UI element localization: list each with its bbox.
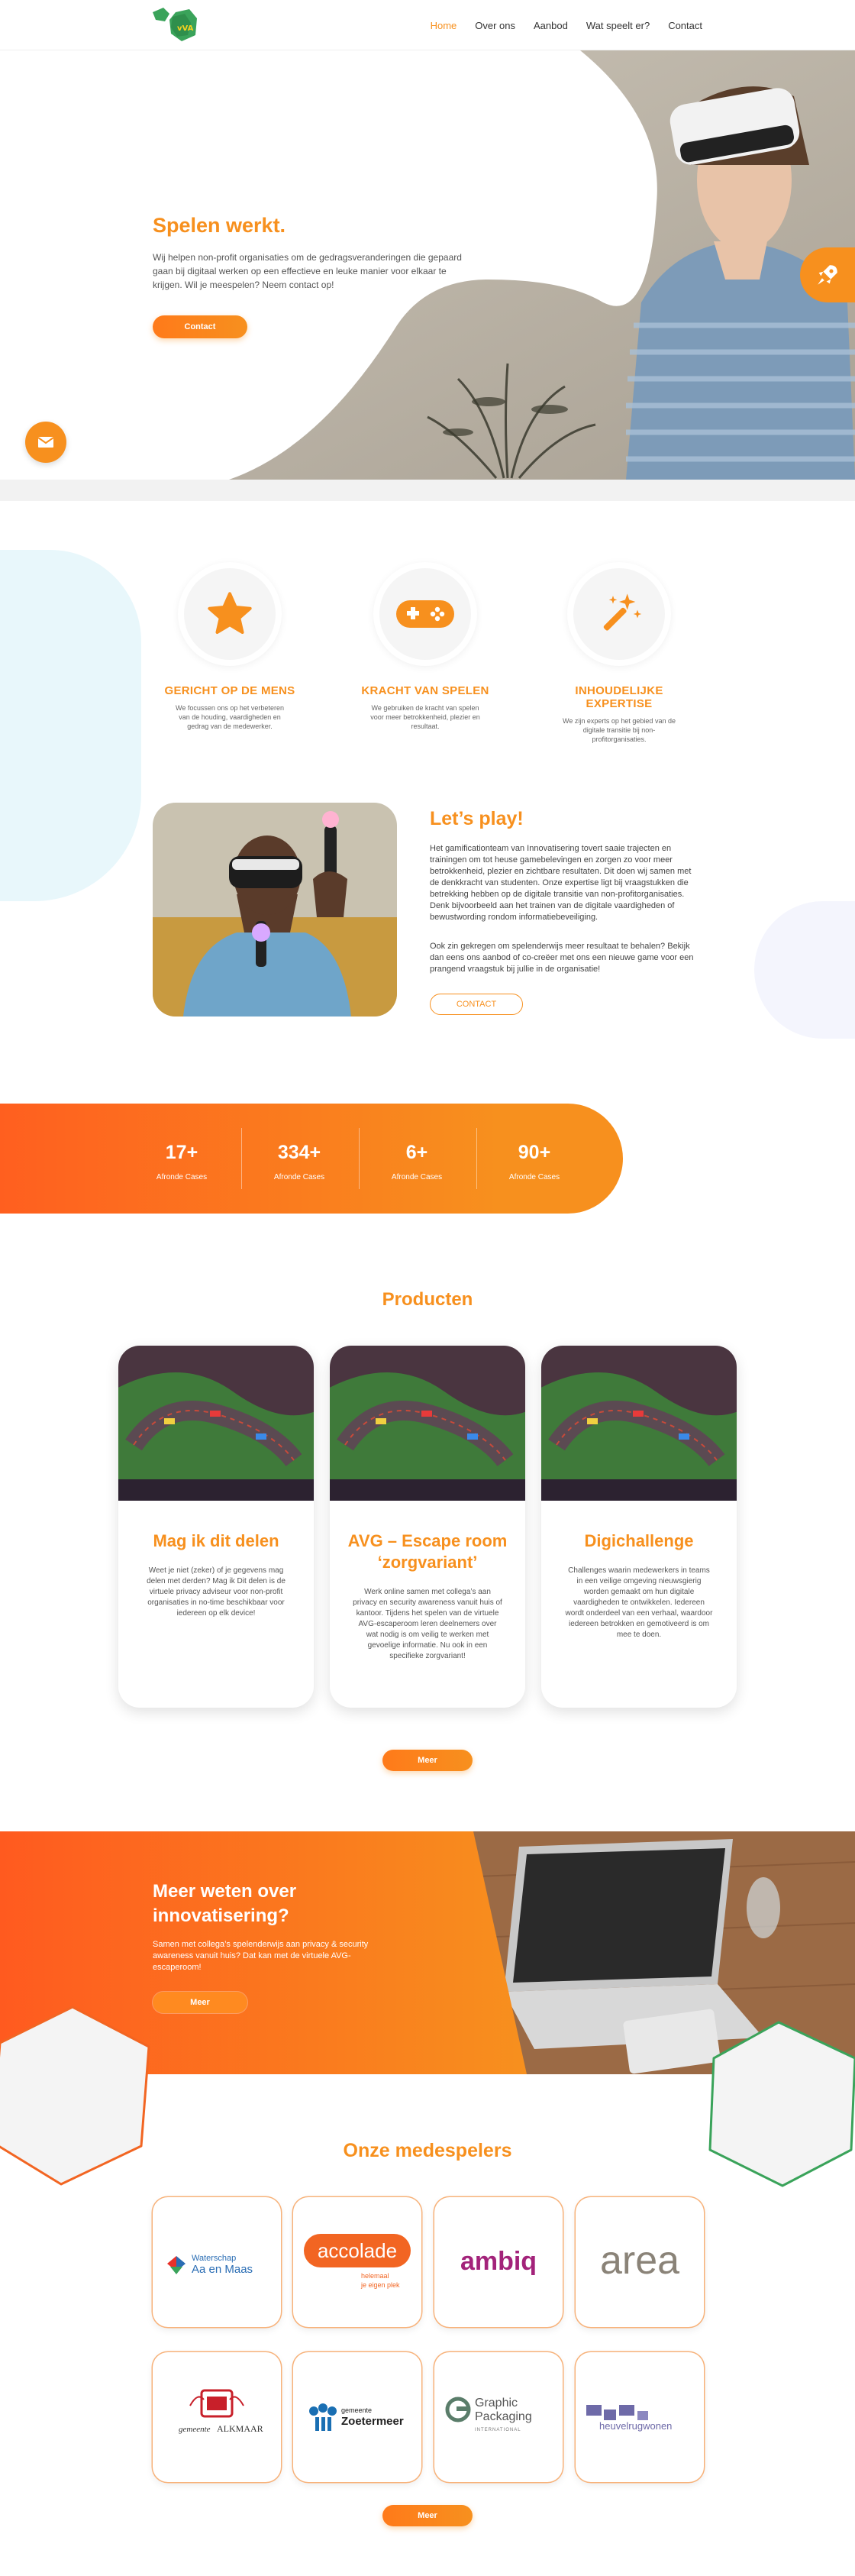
nav-item-home[interactable]: Home — [431, 20, 457, 31]
product-text: Challenges waarin medewerkers in teams i… — [565, 1566, 713, 1639]
vr-player-photo — [153, 803, 397, 1017]
partner-logo-gemeente-zoetermeer[interactable]: gemeente Zoetermeer — [293, 2352, 421, 2482]
stat-label: Afronde Cases — [273, 1173, 325, 1181]
hero-contact-button[interactable]: Contact — [153, 315, 247, 338]
floating-mail-button[interactable] — [25, 422, 66, 463]
feature-inhoudelijke-expertise: INHOUDELIJKE EXPERTISE We zijn experts o… — [543, 562, 695, 744]
svg-text:Packaging: Packaging — [475, 2410, 532, 2423]
stat-value: 17+ — [165, 1142, 198, 1163]
product-title: Mag ik dit delen — [153, 1531, 279, 1550]
magic-wand-icon — [603, 593, 642, 631]
site-header: vVA Home Over ons Aanbod Wat speelt er? … — [0, 0, 855, 50]
hero-divider-band — [0, 480, 855, 501]
svg-text:gemeente: gemeente — [179, 2425, 211, 2434]
cta-more-button[interactable]: Meer — [153, 1992, 247, 2013]
product-text: Weet je niet (zeker) of je gegevens mag … — [147, 1566, 286, 1618]
stat-item: 334+ Afronde Cases — [241, 1142, 357, 1181]
svg-text:vVA: vVA — [177, 24, 194, 33]
feature-text: We zijn experts op het gebied van de dig… — [563, 717, 676, 743]
play-text-2: Ook zin gekregen om spelenderwijs meer r… — [430, 942, 694, 974]
svg-text:Aa en Maas: Aa en Maas — [192, 2263, 253, 2276]
hero-text: Wij helpen non-profit organisaties om de… — [153, 252, 462, 290]
feature-title: GERICHT OP DE MENS — [164, 684, 295, 697]
feature-title: KRACHT VAN SPELEN — [361, 684, 489, 697]
gamepad-icon — [396, 600, 454, 628]
cta-title: Meer weten over innovatisering? — [153, 1881, 297, 1926]
feature-kracht-van-spelen: KRACHT VAN SPELEN We gebruiken de kracht… — [349, 562, 502, 731]
stat-label: Afronde Cases — [391, 1173, 443, 1181]
stat-label: Afronde Cases — [508, 1173, 560, 1181]
svg-text:gemeente: gemeente — [341, 2406, 372, 2414]
partner-logo-accolade[interactable]: accolade helemaal je eigen plek — [293, 2197, 421, 2327]
product-card[interactable]: AVG – Escape room ‘zorgvariant’ Werk onl… — [330, 1346, 525, 1708]
cta-text: Samen met collega’s spelenderwijs aan pr… — [153, 1940, 369, 1972]
partner-logo-area[interactable]: area — [576, 2197, 704, 2327]
svg-text:je eigen plek: je eigen plek — [360, 2281, 400, 2289]
play-title: Let’s play! — [430, 808, 524, 829]
decorative-hexagon-right — [708, 2021, 855, 2187]
stat-value: 90+ — [518, 1142, 551, 1163]
product-title: Digichallenge — [584, 1531, 694, 1550]
hero-title: Spelen werkt. — [153, 214, 286, 237]
svg-text:area: area — [600, 2238, 679, 2283]
star-icon — [208, 592, 252, 634]
svg-text:INTERNATIONAL: INTERNATIONAL — [475, 2428, 521, 2432]
feature-text: We focussen ons op het verbeteren van de… — [176, 704, 284, 730]
partner-logo-heuvelrug-wonen[interactable]: heuvelrugwonen — [576, 2352, 704, 2482]
hero-section: Spelen werkt. Wij helpen non-profit orga… — [0, 50, 855, 480]
svg-text:accolade: accolade — [318, 2239, 397, 2262]
main-nav: Home Over ons Aanbod Wat speelt er? Cont… — [431, 20, 702, 31]
stat-value: 334+ — [277, 1142, 321, 1163]
stat-item: 90+ Afronde Cases — [476, 1142, 592, 1181]
rocket-icon — [818, 265, 837, 285]
rocket-tab[interactable] — [800, 247, 855, 302]
svg-text:heuvelrugwonen: heuvelrugwonen — [599, 2420, 672, 2432]
svg-text:Waterschap: Waterschap — [192, 2254, 236, 2263]
products-title: Producten — [382, 1289, 473, 1310]
svg-text:Graphic: Graphic — [475, 2397, 518, 2410]
partner-logo-waterschap-aa-en-maas[interactable]: Waterschap Aa en Maas — [153, 2197, 281, 2327]
product-title: AVG – Escape room ‘zorgvariant’ — [347, 1531, 508, 1572]
product-image-race-track — [118, 1346, 314, 1501]
stat-item: 17+ Afronde Cases — [124, 1142, 240, 1181]
svg-text:Zoetermeer: Zoetermeer — [341, 2415, 404, 2428]
mail-icon — [37, 437, 54, 448]
decorative-blob-left — [0, 550, 141, 901]
product-card[interactable]: Digichallenge Challenges waarin medewerk… — [541, 1346, 737, 1708]
stat-value: 6+ — [405, 1142, 428, 1163]
stat-label: Afronde Cases — [156, 1173, 208, 1181]
play-text-1: Het gamificationteam van Innovatisering … — [430, 844, 692, 922]
nav-item-contact[interactable]: Contact — [668, 20, 702, 31]
nav-item-aanbod[interactable]: Aanbod — [534, 20, 568, 31]
partner-logo-graphic-packaging[interactable]: Graphic Packaging INTERNATIONAL — [434, 2352, 563, 2482]
nav-item-wat-speelt-er[interactable]: Wat speelt er? — [586, 20, 650, 31]
feature-text: We gebruiken de kracht van spelen voor m… — [370, 704, 480, 730]
svg-text:helemaal: helemaal — [361, 2272, 389, 2280]
partners-more-button[interactable]: Meer — [382, 2505, 473, 2526]
partner-logo-ambiq[interactable]: ambiq — [434, 2197, 563, 2327]
play-contact-button[interactable]: CONTACT — [430, 994, 523, 1015]
product-card[interactable]: Mag ik dit delen Weet je niet (zeker) of… — [118, 1346, 314, 1708]
decorative-blob-right — [754, 901, 855, 1039]
nav-item-over-ons[interactable]: Over ons — [475, 20, 515, 31]
svg-text:ambiq: ambiq — [460, 2247, 537, 2276]
decorative-hexagon-left — [0, 2006, 150, 2186]
partners-title: Onze medespelers — [343, 2140, 512, 2161]
product-image-race-track — [541, 1346, 737, 1501]
products-more-button[interactable]: Meer — [382, 1750, 473, 1771]
svg-text:ALKMAAR: ALKMAAR — [217, 2423, 263, 2434]
stat-item: 6+ Afronde Cases — [359, 1142, 475, 1181]
partner-logo-gemeente-alkmaar[interactable]: gemeente ALKMAAR — [153, 2352, 281, 2482]
product-text: Werk online samen met collega’s aan priv… — [353, 1588, 502, 1660]
feature-title: INHOUDELIJKE EXPERTISE — [575, 684, 663, 710]
stats-banner: 17+ Afronde Cases 334+ Afronde Cases 6+ … — [0, 1104, 623, 1214]
site-logo[interactable]: vVA — [150, 5, 217, 46]
product-image-race-track — [330, 1346, 525, 1501]
feature-gericht-op-de-mens: GERICHT OP DE MENS We focussen ons op he… — [153, 562, 306, 731]
